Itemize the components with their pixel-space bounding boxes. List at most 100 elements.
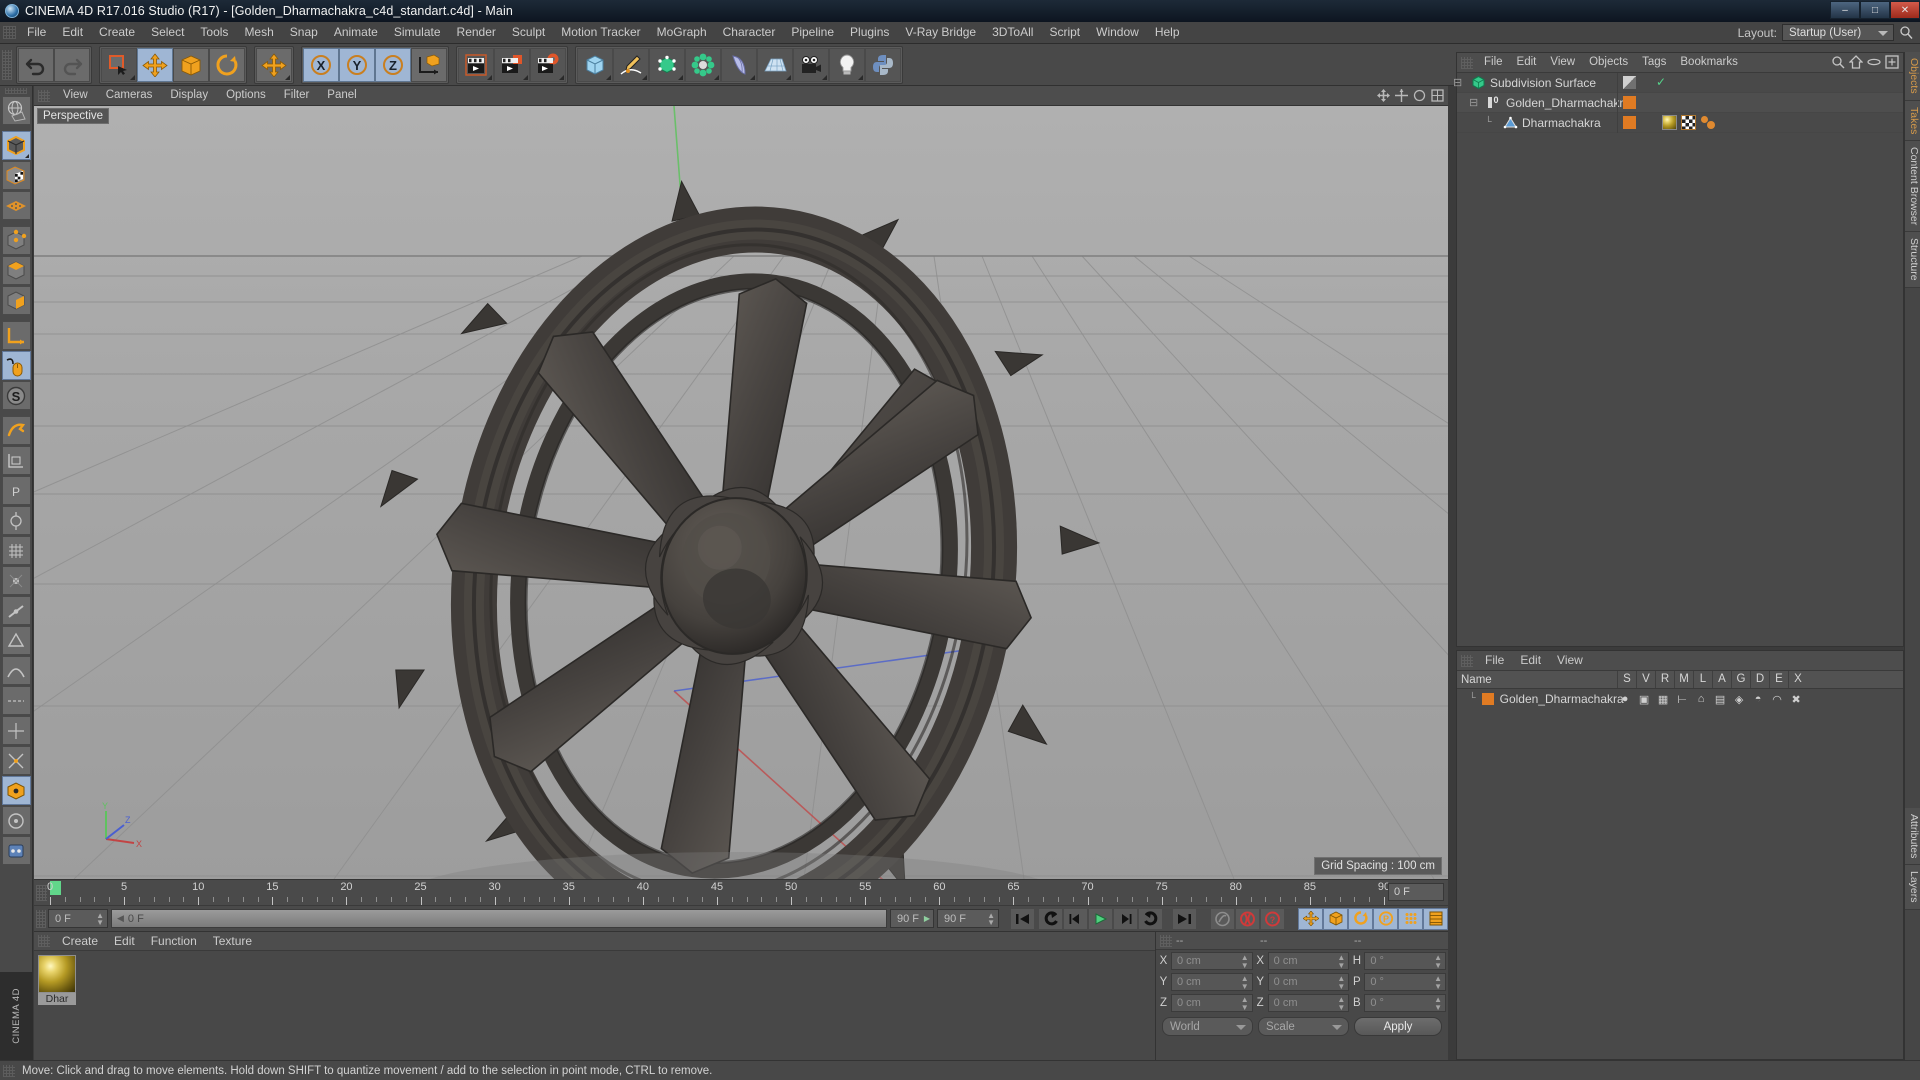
- layout-dropdown[interactable]: Startup (User): [1782, 24, 1894, 41]
- spinner-icon[interactable]: ▲ ▼: [1337, 996, 1345, 1012]
- phong-tag[interactable]: [1700, 115, 1716, 130]
- lock-icon[interactable]: ⌂: [1692, 693, 1711, 705]
- size-x-input[interactable]: 0 cm ▲ ▼: [1267, 952, 1350, 970]
- coordinate-grip-icon[interactable]: [1160, 934, 1172, 947]
- scale-key-button[interactable]: [1323, 907, 1348, 930]
- material-item[interactable]: Dhar: [38, 955, 76, 1005]
- axis-snap-button[interactable]: [1, 716, 31, 745]
- object-menu-item-bookmarks[interactable]: Bookmarks: [1673, 53, 1745, 72]
- vertex-snap-button[interactable]: [1, 566, 31, 595]
- move-viewport-icon[interactable]: [1377, 89, 1390, 105]
- edges-mode-button[interactable]: [1, 256, 31, 285]
- tree-expand-toggle[interactable]: └: [1485, 117, 1492, 129]
- dock-tab-layers[interactable]: Layers: [1905, 865, 1920, 910]
- solo-icon[interactable]: ●: [1616, 693, 1635, 705]
- enable-snap-button[interactable]: [1, 351, 31, 380]
- spinner-icon[interactable]: ▲ ▼: [1434, 996, 1442, 1012]
- menu-item-mograph[interactable]: MoGraph: [649, 22, 715, 43]
- object-menu-item-file[interactable]: File: [1477, 53, 1510, 72]
- transform-mode-dropdown[interactable]: Scale: [1258, 1017, 1349, 1036]
- perspective-viewport[interactable]: Perspective Grid Spacing : 100 cm Y X Z: [34, 106, 1448, 879]
- menu-item-create[interactable]: Create: [91, 22, 143, 43]
- perspective-mode-button[interactable]: [1, 446, 31, 475]
- material-menu-item-function[interactable]: Function: [143, 931, 205, 952]
- render-settings-button[interactable]: [530, 47, 566, 82]
- step-back-button[interactable]: [1063, 907, 1088, 930]
- current-frame-input[interactable]: 0 F ▲ ▼: [48, 909, 108, 928]
- position-x-input[interactable]: 0 cm ▲ ▼: [1171, 952, 1253, 970]
- dock-tab-takes[interactable]: Takes: [1905, 100, 1920, 142]
- play-button[interactable]: [1088, 907, 1113, 930]
- material-menu-item-texture[interactable]: Texture: [205, 931, 260, 952]
- position-z-input[interactable]: 0 cm ▲ ▼: [1171, 994, 1253, 1012]
- layer-menu-item-view[interactable]: View: [1549, 650, 1591, 671]
- add-array-button[interactable]: [685, 47, 721, 82]
- add-deformer-button[interactable]: [721, 47, 757, 82]
- add-nurbs-button[interactable]: [649, 47, 685, 82]
- dock-tab-content-browser[interactable]: Content Browser: [1905, 141, 1920, 233]
- menu-item-motion-tracker[interactable]: Motion Tracker: [553, 22, 648, 43]
- position-y-input[interactable]: 0 cm ▲ ▼: [1171, 973, 1253, 991]
- object-tree[interactable]: ⊟ Subdivision Surface ✓ ⊟ 0 Golden_Dharmachak…: [1453, 73, 1903, 133]
- xref-icon[interactable]: ✖: [1787, 693, 1806, 706]
- model-mode-button[interactable]: [1, 131, 31, 160]
- transport-grip-icon[interactable]: [36, 910, 46, 928]
- menu-grip-icon[interactable]: [3, 26, 16, 39]
- python-button[interactable]: [865, 47, 901, 82]
- timeline-ruler-bar[interactable]: 0 5 10 15 20 25 30 35 40 45 50 55 60 65 70 75 80 85 90 0 F: [34, 879, 1448, 906]
- render-icon[interactable]: ▦: [1654, 693, 1673, 706]
- rotation-p-input[interactable]: 0 ° ▲ ▼: [1364, 973, 1447, 991]
- object-axis-button[interactable]: [1, 321, 31, 350]
- x-axis-toggle[interactable]: X: [303, 47, 339, 82]
- size-z-input[interactable]: 0 cm ▲ ▼: [1267, 994, 1350, 1012]
- lock-workplane-button[interactable]: [1, 416, 31, 445]
- layer-rows[interactable]: └ Golden_Dharmachakra ● ▣ ▦ ⊢ ⌂ ▤ ◈ ◓ ◠ ✖: [1457, 689, 1903, 709]
- rotate-viewport-icon[interactable]: [1413, 89, 1426, 105]
- layer-menu-item-edit[interactable]: Edit: [1512, 650, 1549, 671]
- add-environment-button[interactable]: [757, 47, 793, 82]
- generators-icon[interactable]: ◈: [1730, 693, 1749, 706]
- keyframe-selection-button[interactable]: ?: [1260, 907, 1285, 930]
- viewport-menu-item-filter[interactable]: Filter: [275, 86, 319, 105]
- toolbar-grip-icon[interactable]: [2, 49, 12, 80]
- snap-settings-button[interactable]: [1, 506, 31, 535]
- dynamic-guides-button[interactable]: [1, 776, 31, 805]
- z-axis-toggle[interactable]: Z: [375, 47, 411, 82]
- polygons-mode-button[interactable]: [1, 286, 31, 315]
- step-forward-button[interactable]: [1113, 907, 1138, 930]
- dock-tab-objects[interactable]: Objects: [1905, 52, 1920, 101]
- tree-expand-toggle[interactable]: ⊟: [1453, 76, 1462, 90]
- menu-item-select[interactable]: Select: [143, 22, 192, 43]
- material-menu-item-create[interactable]: Create: [54, 931, 106, 952]
- workplane-button[interactable]: [1, 191, 31, 220]
- size-y-input[interactable]: 0 cm ▲ ▼: [1267, 973, 1350, 991]
- menu-item-3dtoall[interactable]: 3DToAll: [984, 22, 1041, 43]
- y-axis-toggle[interactable]: Y: [339, 47, 375, 82]
- go-to-start-button[interactable]: [1010, 907, 1035, 930]
- points-mode-button[interactable]: [1, 226, 31, 255]
- material-grip-icon[interactable]: [38, 935, 50, 947]
- menu-item-animate[interactable]: Animate: [326, 22, 386, 43]
- menu-item-window[interactable]: Window: [1088, 22, 1147, 43]
- tree-expand-toggle[interactable]: ⊟: [1469, 96, 1478, 110]
- uvw-tag[interactable]: [1681, 115, 1696, 130]
- layer-row[interactable]: └ Golden_Dharmachakra ● ▣ ▦ ⊢ ⌂ ▤ ◈ ◓ ◠ ✖: [1457, 689, 1903, 709]
- menu-item-file[interactable]: File: [19, 22, 54, 43]
- object-color-swatch[interactable]: [1623, 116, 1636, 129]
- object-tree-row[interactable]: ⊟ 0 Golden_Dharmachakra: [1457, 93, 1903, 113]
- object-menu-item-edit[interactable]: Edit: [1510, 53, 1544, 72]
- record-active-objects-button[interactable]: [1210, 907, 1235, 930]
- spinner-icon[interactable]: ▲ ▼: [987, 912, 995, 927]
- layer-color-swatch[interactable]: [1481, 693, 1494, 705]
- expressions-icon[interactable]: ◠: [1768, 693, 1787, 706]
- viewport-menu-item-view[interactable]: View: [54, 86, 97, 105]
- menu-item-render[interactable]: Render: [449, 22, 504, 43]
- apply-button[interactable]: Apply: [1354, 1017, 1442, 1036]
- timeline-toggle-button[interactable]: [1423, 907, 1448, 930]
- add-spline-button[interactable]: [613, 47, 649, 82]
- timeline-scrub-bar[interactable]: ◀ 0 F: [111, 909, 887, 928]
- quantize-button[interactable]: P: [1, 476, 31, 505]
- preview-end-field[interactable]: 90 F ▶: [890, 909, 934, 928]
- rotate-tool[interactable]: [209, 47, 245, 82]
- timeline-ruler[interactable]: 0 5 10 15 20 25 30 35 40 45 50 55 60 65 70 75 80 85 90: [47, 880, 1390, 906]
